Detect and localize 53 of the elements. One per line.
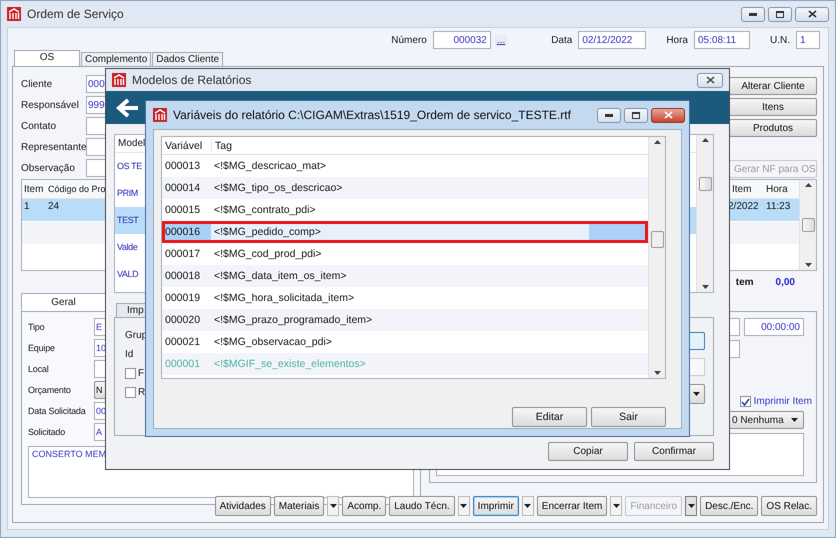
table-cell-text: <!$MG_cod_prod_pdi> <box>213 247 322 262</box>
checkbox-label: R <box>138 387 146 398</box>
column-header: Item <box>731 184 752 194</box>
window-title: Ordem de Serviço <box>27 7 124 21</box>
field-label: Data <box>551 34 572 46</box>
checkbox-label: F <box>138 368 144 379</box>
field-label: Tipo <box>28 322 46 332</box>
field-label: Número <box>391 34 427 46</box>
dialog-title: Modelos de Relatórios <box>132 73 252 87</box>
table-cell-text: 000015 <box>164 203 202 218</box>
field-label: U.N. <box>770 34 790 46</box>
table-cell-text: <!$MG_contrato_pdi> <box>213 203 317 218</box>
field-label: Id <box>125 349 134 360</box>
dialog-title: Variáveis do relatório C:\CIGAM\Extras\1519_Ordem de servico_TESTE.rtf <box>173 108 571 122</box>
field-label: Cliente <box>21 78 54 90</box>
table-cell: 000016 <box>162 221 211 243</box>
table-cell-text: 000013 <box>164 159 202 174</box>
table-cell-text: 000021 <box>164 335 202 350</box>
field-label: Observação <box>21 162 76 174</box>
table-cell-text: 000001 <box>164 357 202 372</box>
table-cell-text: <!$MG_data_item_os_item> <box>213 269 348 284</box>
table-cell-text: 24 <box>47 201 60 212</box>
table-cell-text: 1 <box>23 201 31 212</box>
table-cell-text: 000018 <box>164 269 202 284</box>
column-header: Item <box>23 184 44 194</box>
field-label: Local <box>28 364 50 374</box>
table-cell-text: <!$MG_descricao_mat> <box>213 159 328 174</box>
column-header: Variável <box>162 140 212 152</box>
field-label: Data Solicitada <box>28 406 87 416</box>
table-cell-text: <!$MG_pedido_comp> <box>213 225 322 240</box>
table-cell-text: <!$MGIF_se_existe_elementos> <box>213 357 367 372</box>
field-label: Contato <box>21 120 58 132</box>
table-cell-text: 000019 <box>164 291 202 306</box>
total-label: tem <box>736 276 754 288</box>
field-label: Orçamento <box>28 385 72 395</box>
column-header: Código do Pro <box>47 184 107 194</box>
field-label: Hora <box>666 34 688 46</box>
table-cell-text: <!$MG_hora_solicitada_item> <box>213 291 356 306</box>
table-cell-text: 000020 <box>164 313 202 328</box>
field-label: Representante <box>21 142 86 152</box>
column-header: Hora <box>765 184 789 194</box>
checkbox-label: Imprimir Item <box>754 396 812 407</box>
table-cell-text: 000014 <box>164 181 202 196</box>
field-label: Solicitado <box>28 427 66 437</box>
table-cell-text: <!$MG_prazo_programado_item> <box>213 313 374 328</box>
table-cell-text: <!$MG_tipo_os_descricao> <box>213 181 344 196</box>
table-cell-text: 000017 <box>164 247 202 262</box>
field-label: Responsável <box>21 100 80 110</box>
column-header: Tag <box>214 140 232 152</box>
field-label: Equipe <box>28 343 56 353</box>
total-value: 0,00 <box>776 276 795 288</box>
table-cell-text: 11:23 <box>765 201 792 212</box>
table-cell-text: <!$MG_observacao_pdi> <box>213 335 333 350</box>
